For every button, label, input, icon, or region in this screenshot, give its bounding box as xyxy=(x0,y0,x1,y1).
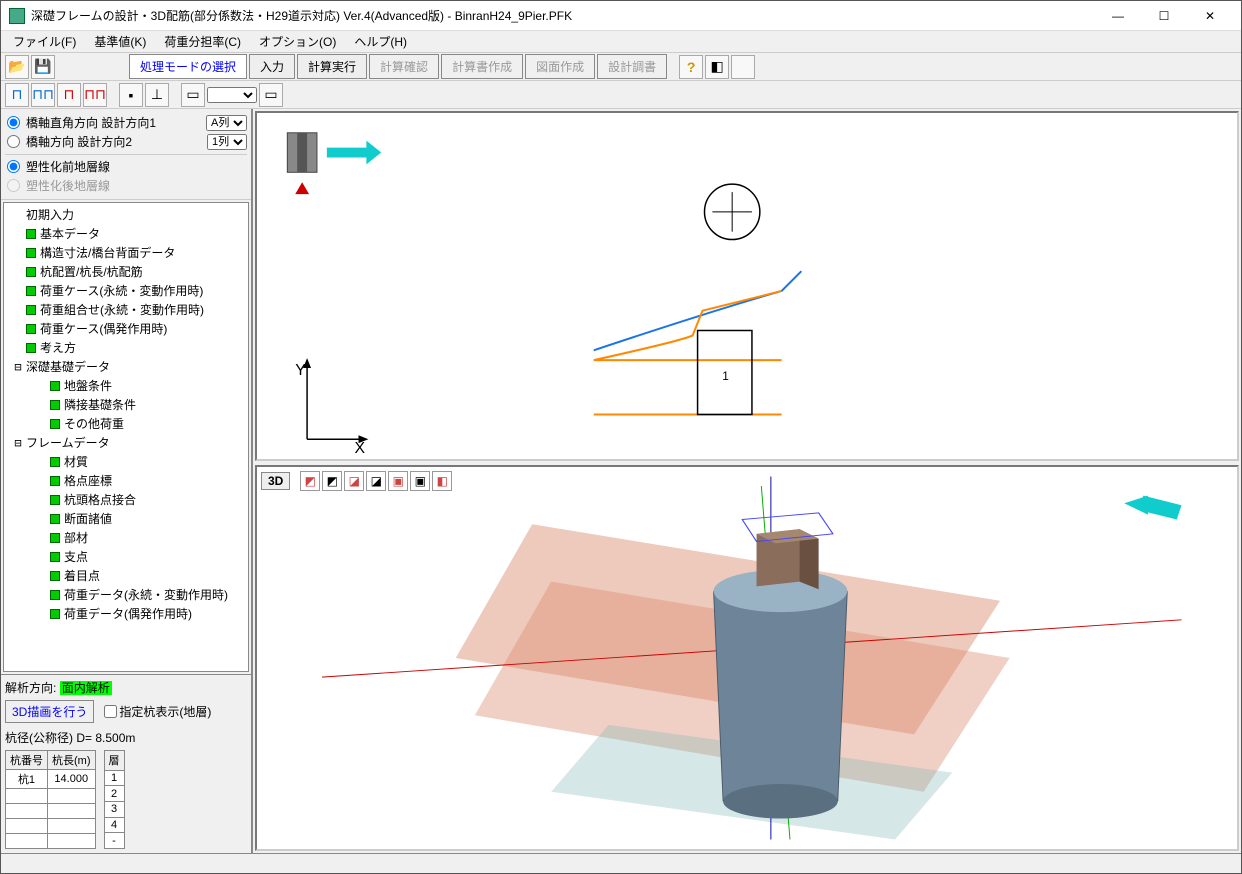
tab-select-mode[interactable]: 処理モードの選択 xyxy=(129,54,247,79)
cube-btn-6[interactable]: ▣ xyxy=(410,471,430,491)
tree-concept[interactable]: 考え方 xyxy=(6,338,246,357)
help-icon[interactable]: ? xyxy=(679,55,703,79)
col-select-1[interactable]: A列 xyxy=(206,115,247,131)
view-3d[interactable]: 3D ◩ ◩ ◪ ◪ ▣ ▣ ◧ xyxy=(255,465,1239,851)
menu-help[interactable]: ヘルプ(H) xyxy=(346,31,415,52)
svg-text:X: X xyxy=(355,440,366,457)
tree-initial[interactable]: 初期入力 xyxy=(6,205,246,224)
view-2d[interactable]: Y X 1 xyxy=(255,111,1239,461)
tree-load-perm[interactable]: 荷重ケース(永続・変動作用時) xyxy=(6,281,246,300)
svg-text:1: 1 xyxy=(722,369,729,383)
radio-dir-2-label: 橋軸方向 設計方向2 xyxy=(26,133,203,150)
tree-ground[interactable]: 地盤条件 xyxy=(6,376,246,395)
tree-pile[interactable]: 杭配置/杭長/杭配筋 xyxy=(6,262,246,281)
menu-file[interactable]: ファイル(F) xyxy=(5,31,84,52)
view-btn-3[interactable]: ⊓ xyxy=(57,83,81,107)
tree-load-data-perm[interactable]: 荷重データ(永続・変動作用時) xyxy=(6,585,246,604)
cube-btn-5[interactable]: ▣ xyxy=(388,471,408,491)
title-bar: 深礎フレームの設計・3D配筋(部分係数法・H29道示対応) Ver.4(Adva… xyxy=(1,1,1241,31)
radio-layer-pre[interactable] xyxy=(7,160,20,173)
tree-view[interactable]: 初期入力 基本データ 構造寸法/橋台背面データ 杭配置/杭長/杭配筋 荷重ケース… xyxy=(3,202,249,672)
tree-coords[interactable]: 格点座標 xyxy=(6,471,246,490)
sidebar: 橋軸直角方向 設計方向1 A列 橋軸方向 設計方向2 1列 塑性化前地層線 塑性… xyxy=(1,109,253,853)
blank-icon[interactable] xyxy=(731,55,755,79)
cube-btn-2[interactable]: ◩ xyxy=(322,471,342,491)
cube-btn-3[interactable]: ◪ xyxy=(344,471,364,491)
window-title: 深礎フレームの設計・3D配筋(部分係数法・H29道示対応) Ver.4(Adva… xyxy=(31,7,1095,24)
analysis-dir-label: 解析方向: xyxy=(5,681,56,695)
tree-member[interactable]: 部材 xyxy=(6,528,246,547)
view-btn-8[interactable]: ▭ xyxy=(259,83,283,107)
radio-layer-pre-label: 塑性化前地層線 xyxy=(26,158,110,175)
svg-text:Y: Y xyxy=(295,362,306,379)
tree-load-data-acc[interactable]: 荷重データ(偶発作用時) xyxy=(6,604,246,623)
view-btn-6[interactable]: ⊥ xyxy=(145,83,169,107)
analysis-dir-value: 面内解析 xyxy=(60,681,112,695)
menu-base[interactable]: 基準値(K) xyxy=(86,31,154,52)
save-button[interactable]: 💾 xyxy=(31,55,55,79)
app-icon xyxy=(9,8,25,24)
view-btn-5[interactable]: ▪ xyxy=(119,83,143,107)
view-toolbar: ⊓ ⊓⊓ ⊓ ⊓⊓ ▪ ⊥ ▭ ▭ xyxy=(1,81,1241,109)
main-toolbar: 📂 💾 処理モードの選択 入力 計算実行 計算確認 計算書作成 図面作成 設計調… xyxy=(1,53,1241,81)
tab-adjust[interactable]: 設計調書 xyxy=(597,54,667,79)
tab-report[interactable]: 計算書作成 xyxy=(441,54,523,79)
radio-layer-post xyxy=(7,179,20,192)
maximize-button[interactable]: ☐ xyxy=(1141,1,1187,31)
show-pile-checkbox[interactable] xyxy=(104,705,117,718)
view-btn-1[interactable]: ⊓ xyxy=(5,83,29,107)
minimize-button[interactable]: — xyxy=(1095,1,1141,31)
tree-load-comb[interactable]: 荷重組合せ(永続・変動作用時) xyxy=(6,300,246,319)
tree-material[interactable]: 材質 xyxy=(6,452,246,471)
close-button[interactable]: ✕ xyxy=(1187,1,1233,31)
draw-3d-button[interactable]: 3D描画を行う xyxy=(5,700,94,723)
radio-dir-1-label: 橋軸直角方向 設計方向1 xyxy=(26,114,202,131)
tree-adjacent[interactable]: 隣接基礎条件 xyxy=(6,395,246,414)
cube-icon[interactable]: ◧ xyxy=(705,55,729,79)
radio-layer-post-label: 塑性化後地層線 xyxy=(26,177,110,194)
cube-btn-7[interactable]: ◧ xyxy=(432,471,452,491)
tree-load-acc[interactable]: 荷重ケース(偶発作用時) xyxy=(6,319,246,338)
tree-support[interactable]: 支点 xyxy=(6,547,246,566)
tab-drawing[interactable]: 図面作成 xyxy=(525,54,595,79)
tree-struct[interactable]: 構造寸法/橋台背面データ xyxy=(6,243,246,262)
view-3d-toolbar: 3D ◩ ◩ ◪ ◪ ▣ ▣ ◧ xyxy=(261,471,452,491)
cube-btn-4[interactable]: ◪ xyxy=(366,471,386,491)
tree-group-foundation[interactable]: ⊟深礎基礎データ xyxy=(6,357,246,376)
menu-bar: ファイル(F) 基準値(K) 荷重分担率(C) オプション(O) ヘルプ(H) xyxy=(1,31,1241,53)
status-bar xyxy=(1,853,1241,873)
tree-group-frame[interactable]: ⊟フレームデータ xyxy=(6,433,246,452)
view-btn-2[interactable]: ⊓⊓ xyxy=(31,83,55,107)
show-pile-label: 指定杭表示(地層) xyxy=(119,703,211,720)
menu-options[interactable]: オプション(O) xyxy=(251,31,344,52)
tree-target[interactable]: 着目点 xyxy=(6,566,246,585)
open-button[interactable]: 📂 xyxy=(5,55,29,79)
menu-load[interactable]: 荷重分担率(C) xyxy=(156,31,249,52)
tree-other-load[interactable]: その他荷重 xyxy=(6,414,246,433)
radio-dir-1[interactable] xyxy=(7,116,20,129)
sidebar-bottom: 解析方向: 面内解析 3D描画を行う 指定杭表示(地層) 杭径(公称径) D= … xyxy=(1,674,251,853)
tab-confirm[interactable]: 計算確認 xyxy=(369,54,439,79)
tree-basic[interactable]: 基本データ xyxy=(6,224,246,243)
col-select-2[interactable]: 1列 xyxy=(207,134,247,150)
tab-calc[interactable]: 計算実行 xyxy=(297,54,367,79)
radio-dir-2[interactable] xyxy=(7,135,20,148)
view-3d-label[interactable]: 3D xyxy=(261,472,290,490)
tab-input[interactable]: 入力 xyxy=(249,54,295,79)
view-btn-4[interactable]: ⊓⊓ xyxy=(83,83,107,107)
tree-joint[interactable]: 杭頭格点接合 xyxy=(6,490,246,509)
pile-diameter-label: 杭径(公称径) D= 8.500m xyxy=(5,729,247,746)
layer-table: 層 1 2 3 4 - xyxy=(104,750,125,849)
view-select[interactable] xyxy=(207,87,257,103)
cube-btn-1[interactable]: ◩ xyxy=(300,471,320,491)
view-btn-7[interactable]: ▭ xyxy=(181,83,205,107)
tree-section[interactable]: 断面諸値 xyxy=(6,509,246,528)
pile-table: 杭番号杭長(m) 杭114.000 xyxy=(5,750,96,849)
